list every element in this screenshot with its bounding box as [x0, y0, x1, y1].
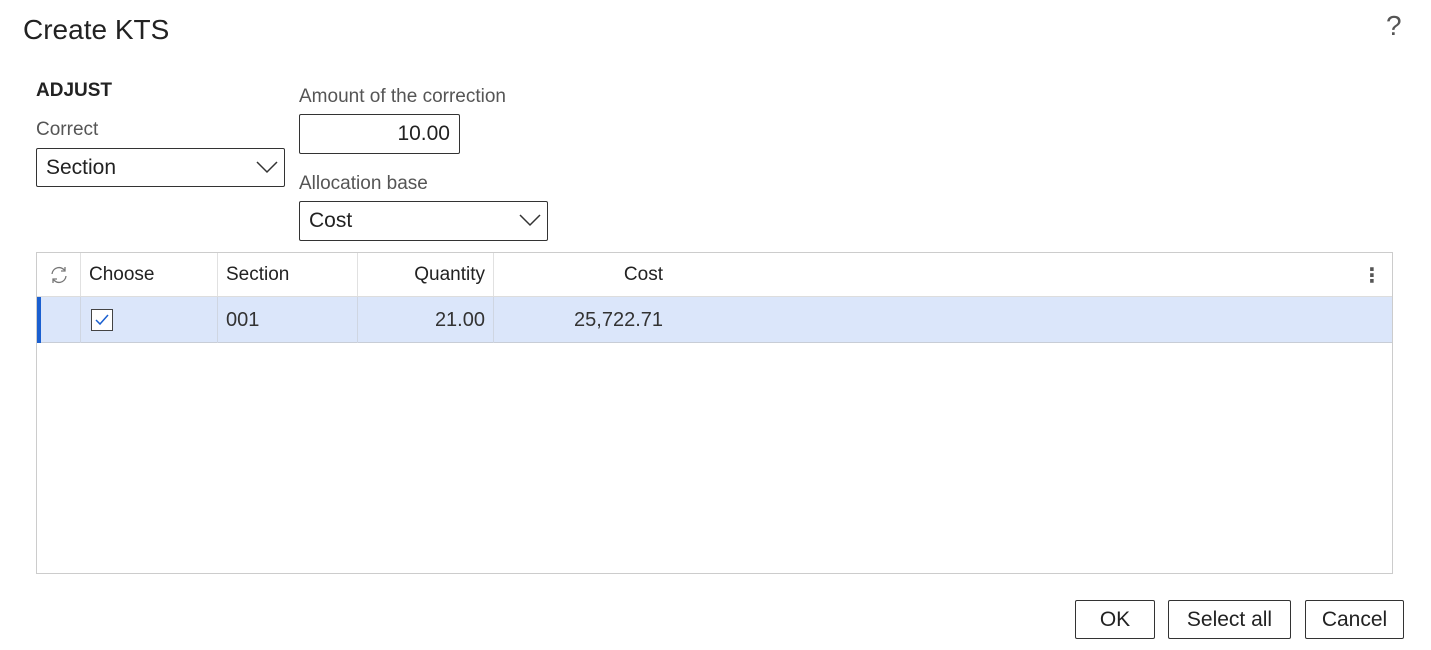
sections-grid: Choose Section Quantity Cost ⋮ 001 21.00… — [36, 252, 1393, 574]
allocation-select[interactable]: Cost — [299, 201, 548, 241]
ok-button[interactable]: OK — [1075, 600, 1155, 639]
allocation-value: Cost — [309, 209, 353, 232]
column-header-choose[interactable]: Choose — [81, 253, 218, 297]
correct-select[interactable]: Section — [36, 148, 285, 187]
column-header-section[interactable]: Section — [218, 253, 358, 297]
correct-value: Section — [46, 155, 117, 179]
cancel-button[interactable]: Cancel — [1305, 600, 1404, 639]
correct-label: Correct — [36, 119, 99, 140]
more-options-icon[interactable]: ⋮ — [1362, 263, 1382, 288]
refresh-icon — [50, 266, 67, 284]
checkmark-icon — [95, 314, 109, 326]
amount-label: Amount of the correction — [299, 86, 506, 107]
amount-input[interactable]: 10.00 — [299, 114, 460, 154]
refresh-button[interactable] — [37, 253, 81, 297]
column-header-cost[interactable]: Cost — [494, 253, 671, 297]
dialog-title: Create KTS — [23, 14, 170, 45]
allocation-label: Allocation base — [299, 173, 428, 194]
help-icon[interactable]: ? — [1386, 10, 1402, 42]
column-header-quantity[interactable]: Quantity — [358, 253, 494, 297]
chevron-down-icon — [256, 161, 278, 174]
amount-value: 10.00 — [397, 122, 450, 145]
choose-checkbox[interactable] — [91, 309, 113, 331]
quantity-cell: 21.00 — [358, 297, 494, 343]
select-all-button[interactable]: Select all — [1168, 600, 1291, 639]
adjust-heading: ADJUST — [36, 80, 113, 101]
row-spacer — [37, 297, 81, 343]
cost-cell: 25,722.71 — [574, 308, 663, 331]
section-cell: 001 — [218, 297, 358, 343]
chevron-down-icon — [519, 214, 541, 227]
choose-cell — [81, 297, 218, 343]
